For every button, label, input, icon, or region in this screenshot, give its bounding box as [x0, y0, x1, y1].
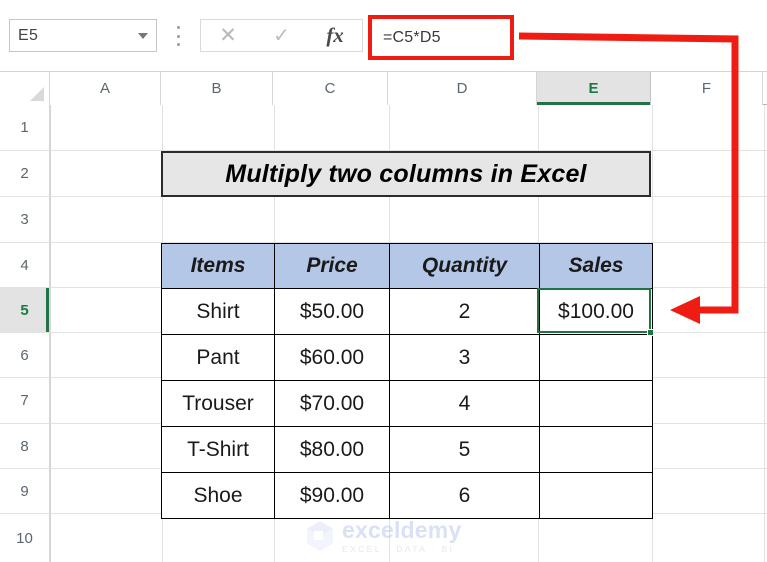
cell-e6[interactable]: [539, 334, 653, 381]
cell-c9[interactable]: $90.00: [274, 472, 390, 519]
cell-b5[interactable]: Shirt: [161, 288, 275, 335]
column-header-a[interactable]: A: [50, 72, 161, 105]
cancel-x-icon[interactable]: ✕: [219, 25, 237, 46]
cell-b6[interactable]: Pant: [161, 334, 275, 381]
cell-e7[interactable]: [539, 380, 653, 427]
table-header-sales[interactable]: Sales: [539, 243, 653, 289]
row-header-6[interactable]: 6: [0, 333, 50, 378]
table-header-row: Items Price Quantity Sales: [161, 243, 653, 289]
name-box[interactable]: E5: [9, 19, 157, 52]
cell-c5[interactable]: $50.00: [274, 288, 390, 335]
sheet-title-banner[interactable]: Multiply two columns in Excel: [161, 151, 651, 197]
table-header-items[interactable]: Items: [161, 243, 275, 289]
checkmark-icon[interactable]: ✓: [273, 26, 290, 46]
column-header-e[interactable]: E: [537, 72, 651, 105]
table-row: Shirt $50.00 2 $100.00: [161, 288, 653, 335]
cell-c8[interactable]: $80.00: [274, 426, 390, 473]
cell-c6[interactable]: $60.00: [274, 334, 390, 381]
cell-b8[interactable]: T-Shirt: [161, 426, 275, 473]
cell-d8[interactable]: 5: [389, 426, 540, 473]
row-header-5[interactable]: 5: [0, 288, 50, 333]
chevron-down-icon[interactable]: [138, 32, 148, 39]
formula-input[interactable]: =C5*D5: [383, 29, 441, 47]
select-all-button[interactable]: [0, 72, 50, 105]
column-header-d[interactable]: D: [388, 72, 537, 105]
column-header-b[interactable]: B: [161, 72, 273, 105]
row-header-1[interactable]: 1: [0, 105, 50, 151]
cell-d7[interactable]: 4: [389, 380, 540, 427]
select-all-triangle-icon: [30, 87, 44, 101]
table-row: T-Shirt $80.00 5: [161, 426, 653, 473]
row-header-9[interactable]: 9: [0, 469, 50, 514]
cell-d9[interactable]: 6: [389, 472, 540, 519]
table-header-quantity[interactable]: Quantity: [389, 243, 540, 289]
row-header-8[interactable]: 8: [0, 424, 50, 469]
table-header-price[interactable]: Price: [274, 243, 390, 289]
formula-input-highlight-box: =C5*D5: [368, 15, 514, 60]
cell-d6[interactable]: 3: [389, 334, 540, 381]
row-header-7[interactable]: 7: [0, 378, 50, 424]
cell-e5[interactable]: $100.00: [539, 288, 653, 335]
table-row: Trouser $70.00 4: [161, 380, 653, 427]
formula-bar-buttons: ✕ ✓ fx: [200, 19, 363, 52]
cell-c7[interactable]: $70.00: [274, 380, 390, 427]
name-box-value: E5: [18, 26, 39, 44]
row-header-4[interactable]: 4: [0, 243, 50, 288]
gridline: [764, 105, 765, 562]
row-header-10[interactable]: 10: [0, 514, 50, 562]
vertical-dots-icon: [176, 26, 180, 46]
column-header-row: A B C D E F: [0, 72, 767, 105]
table-row: Pant $60.00 3: [161, 334, 653, 381]
fx-icon[interactable]: fx: [326, 25, 344, 46]
cell-b9[interactable]: Shoe: [161, 472, 275, 519]
exceldemy-cube-logo-icon: [307, 521, 333, 551]
excel-worksheet-window: E5 ✕ ✓ fx =C5*D5 A B C D E F 1 2 3 4 5 6…: [0, 0, 767, 562]
watermark-tagline: EXCEL · DATA · BI: [342, 543, 455, 554]
table-row: Shoe $90.00 6: [161, 472, 653, 519]
row-header-3[interactable]: 3: [0, 197, 50, 243]
fill-handle-icon[interactable]: [647, 329, 654, 336]
exceldemy-watermark: exceldemy EXCEL · DATA · BI: [305, 514, 481, 558]
formula-bar-strip: E5 ✕ ✓ fx =C5*D5: [0, 0, 767, 72]
column-header-c[interactable]: C: [273, 72, 388, 105]
watermark-text: exceldemy EXCEL · DATA · BI: [342, 516, 462, 554]
cell-e9[interactable]: [539, 472, 653, 519]
column-header-f[interactable]: F: [651, 72, 763, 105]
cell-b7[interactable]: Trouser: [161, 380, 275, 427]
cell-d5[interactable]: 2: [389, 288, 540, 335]
data-table: Items Price Quantity Sales Shirt $50.00 …: [161, 243, 653, 519]
watermark-brand: exceldemy: [342, 516, 462, 543]
row-header-2[interactable]: 2: [0, 151, 50, 197]
cell-e8[interactable]: [539, 426, 653, 473]
